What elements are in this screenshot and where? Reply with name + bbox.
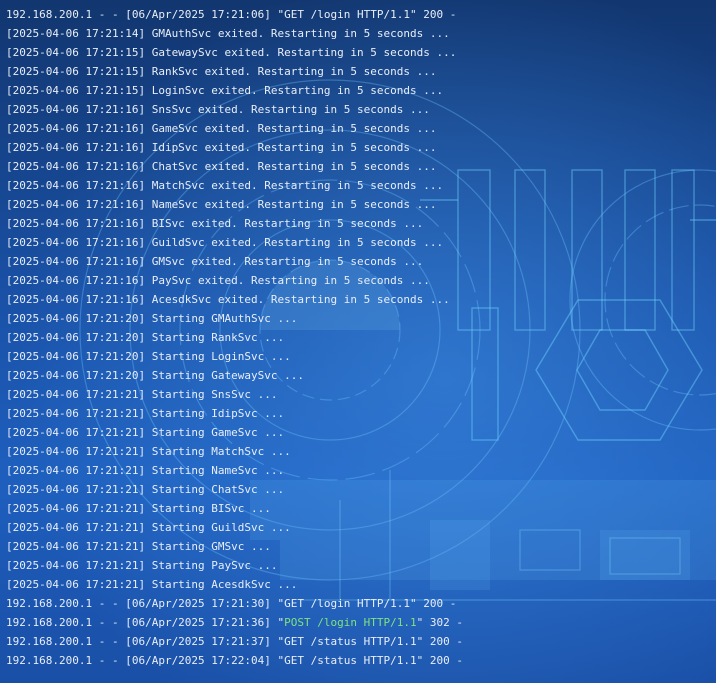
log-line: [2025-04-06 17:21:21] Starting ChatSvc .…	[6, 483, 285, 496]
log-line: [2025-04-06 17:21:21] Starting GMSvc ...	[6, 540, 271, 553]
log-line: [2025-04-06 17:21:16] AcesdkSvc exited. …	[6, 293, 450, 306]
log-line-prefix: 192.168.200.1 - - [06/Apr/2025 17:21:36]…	[6, 616, 285, 629]
log-line: [2025-04-06 17:21:21] Starting MatchSvc …	[6, 445, 291, 458]
log-line: [2025-04-06 17:21:20] Starting LoginSvc …	[6, 350, 291, 363]
log-line: 192.168.200.1 - - [06/Apr/2025 17:21:06]…	[6, 8, 457, 21]
log-line: [2025-04-06 17:21:20] Starting GatewaySv…	[6, 369, 305, 382]
log-line: [2025-04-06 17:21:15] LoginSvc exited. R…	[6, 84, 444, 97]
log-line: [2025-04-06 17:21:14] GMAuthSvc exited. …	[6, 27, 450, 40]
log-line: 192.168.200.1 - - [06/Apr/2025 17:21:36]…	[6, 613, 463, 632]
log-line: [2025-04-06 17:21:16] PaySvc exited. Res…	[6, 274, 430, 287]
log-line: [2025-04-06 17:21:21] Starting SnsSvc ..…	[6, 388, 278, 401]
log-line: 192.168.200.1 - - [06/Apr/2025 17:21:37]…	[6, 635, 463, 648]
log-line: [2025-04-06 17:21:16] IdipSvc exited. Re…	[6, 141, 437, 154]
log-line: [2025-04-06 17:21:21] Starting IdipSvc .…	[6, 407, 285, 420]
log-line: [2025-04-06 17:21:21] Starting NameSvc .…	[6, 464, 285, 477]
log-line: [2025-04-06 17:21:20] Starting GMAuthSvc…	[6, 312, 298, 325]
log-line: [2025-04-06 17:21:20] Starting RankSvc .…	[6, 331, 285, 344]
log-line: [2025-04-06 17:21:16] ChatSvc exited. Re…	[6, 160, 437, 173]
log-line-highlight: POST /login HTTP/1.1	[284, 616, 417, 629]
log-line: [2025-04-06 17:21:15] GatewaySvc exited.…	[6, 46, 457, 59]
log-line: [2025-04-06 17:21:21] Starting BISvc ...	[6, 502, 271, 515]
log-line: [2025-04-06 17:21:21] Starting PaySvc ..…	[6, 559, 278, 572]
terminal-output[interactable]: 192.168.200.1 - - [06/Apr/2025 17:21:06]…	[0, 0, 716, 683]
log-line: [2025-04-06 17:21:16] GMSvc exited. Rest…	[6, 255, 424, 268]
log-line: [2025-04-06 17:21:16] MatchSvc exited. R…	[6, 179, 444, 192]
log-line: [2025-04-06 17:21:16] GuildSvc exited. R…	[6, 236, 444, 249]
log-line: 192.168.200.1 - - [06/Apr/2025 17:22:04]…	[6, 654, 463, 667]
log-line: [2025-04-06 17:21:15] RankSvc exited. Re…	[6, 65, 437, 78]
log-line: [2025-04-06 17:21:16] BISvc exited. Rest…	[6, 217, 424, 230]
log-line: 192.168.200.1 - - [06/Apr/2025 17:21:30]…	[6, 597, 457, 610]
log-line: [2025-04-06 17:21:16] NameSvc exited. Re…	[6, 198, 437, 211]
log-line: [2025-04-06 17:21:21] Starting GuildSvc …	[6, 521, 291, 534]
log-line: [2025-04-06 17:21:16] SnsSvc exited. Res…	[6, 103, 430, 116]
log-line: [2025-04-06 17:21:21] Starting GameSvc .…	[6, 426, 285, 439]
log-line: [2025-04-06 17:21:21] Starting AcesdkSvc…	[6, 578, 298, 591]
log-line: [2025-04-06 17:21:16] GameSvc exited. Re…	[6, 122, 437, 135]
log-line-suffix: " 302 -	[416, 616, 463, 629]
